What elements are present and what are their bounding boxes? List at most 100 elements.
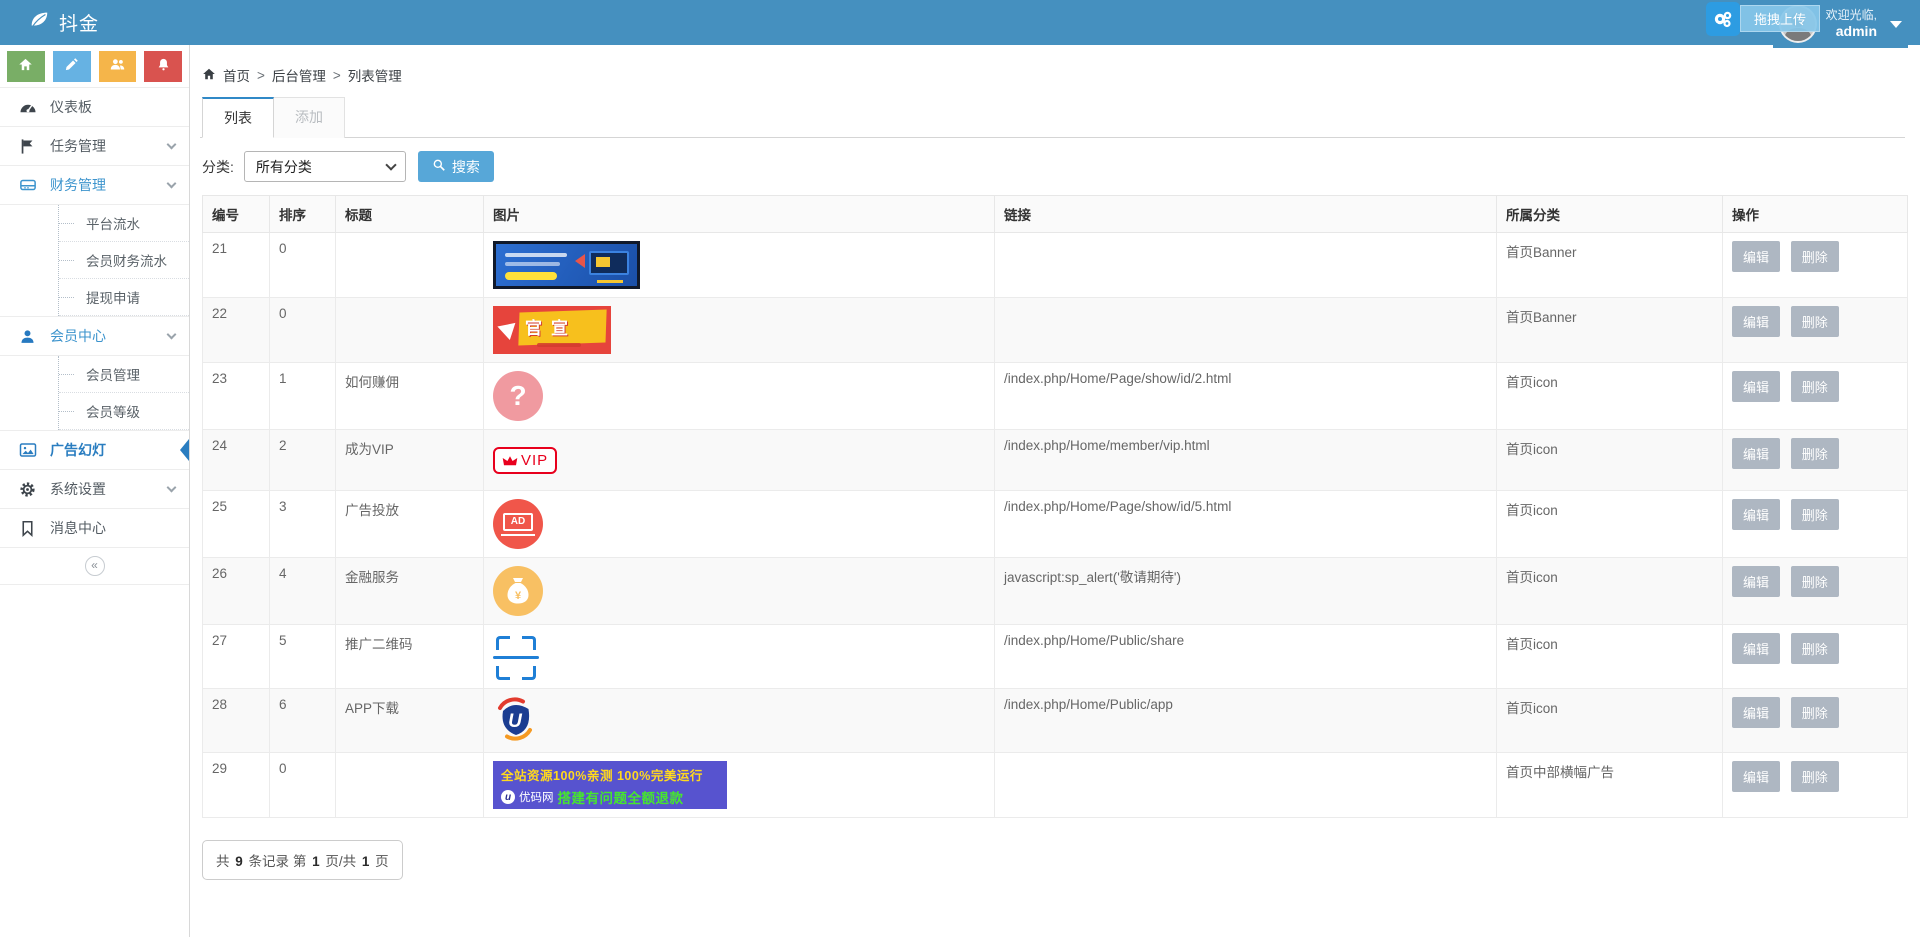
cell-category: 首页Banner <box>1497 233 1723 298</box>
delete-button[interactable]: 删除 <box>1791 499 1839 530</box>
caret-down-icon[interactable] <box>1890 21 1902 28</box>
chevron-down-icon <box>167 482 177 492</box>
table-row: 24 2 成为VIP VIP /index.php/Home/member/vi… <box>203 430 1908 491</box>
breadcrumb-admin[interactable]: 后台管理 <box>272 65 326 85</box>
table-row: 25 3 广告投放 AD /index.php/Home/Page/show/i… <box>203 491 1908 558</box>
delete-button[interactable]: 删除 <box>1791 306 1839 337</box>
tab-list[interactable]: 列表 <box>202 97 274 138</box>
cell-link: /index.php/Home/Public/app <box>995 689 1497 753</box>
category-select[interactable]: 所有分类 <box>244 151 406 182</box>
quick-buttons <box>0 45 189 87</box>
delete-button[interactable]: 删除 <box>1791 438 1839 469</box>
breadcrumb-list-management[interactable]: 列表管理 <box>348 65 402 85</box>
flag-icon <box>18 138 37 155</box>
cell-id: 25 <box>203 491 270 558</box>
cell-actions: 编辑 删除 <box>1723 625 1908 689</box>
sidebar-item-system-settings[interactable]: 系统设置 <box>0 469 189 508</box>
tab-add[interactable]: 添加 <box>274 97 345 138</box>
cell-title: 推广二维码 <box>336 625 484 689</box>
delete-button[interactable]: 删除 <box>1791 697 1839 728</box>
chevron-down-icon <box>167 139 177 149</box>
pagination-text: 共 <box>216 854 230 869</box>
edit-button[interactable]: 编辑 <box>1732 438 1780 469</box>
pagination-text: 第 <box>293 854 307 869</box>
cell-category: 首页icon <box>1497 689 1723 753</box>
brand[interactable]: 抖金 <box>28 0 99 45</box>
cloud-share-icon[interactable] <box>1706 2 1740 36</box>
cell-image: ¥ <box>484 558 995 625</box>
sidebar-collapse-button[interactable]: « <box>85 556 105 576</box>
u-logo-icon: U <box>493 697 985 744</box>
cell-link: /index.php/Home/Page/show/id/2.html <box>995 363 1497 430</box>
delete-button[interactable]: 删除 <box>1791 371 1839 402</box>
search-icon <box>432 158 446 175</box>
breadcrumb: 首页 > 后台管理 > 列表管理 <box>202 65 1905 85</box>
cell-category: 首页icon <box>1497 491 1723 558</box>
delete-button[interactable]: 删除 <box>1791 633 1839 664</box>
server-icon <box>18 177 37 193</box>
sidebar-item-tasks[interactable]: 任务管理 <box>0 126 189 165</box>
cell-image: 全站资源100%亲测 100%完美运行 u 优码网 搭建有问题全额退款 <box>484 753 995 818</box>
username-text: admin <box>1836 23 1877 41</box>
edit-button[interactable]: 编辑 <box>1732 371 1780 402</box>
top-navbar: 抖金 欢迎光临, admin 拖拽上传 <box>0 0 1920 45</box>
cell-sort: 5 <box>270 625 336 689</box>
edit-button[interactable]: 编辑 <box>1732 566 1780 597</box>
sidebar-item-finance[interactable]: 财务管理 <box>0 165 189 204</box>
cell-sort: 4 <box>270 558 336 625</box>
pagination-text: 条记录 <box>249 854 290 869</box>
leaf-logo-icon <box>28 9 50 36</box>
cell-link <box>995 753 1497 818</box>
drag-upload-widget[interactable]: 拖拽上传 <box>1706 2 1820 36</box>
quick-notifications-button[interactable] <box>144 51 182 82</box>
cell-sort: 2 <box>270 430 336 491</box>
cell-link: /index.php/Home/member/vip.html <box>995 430 1497 491</box>
sidebar-item-label: 会员中心 <box>50 326 155 346</box>
tab-bar: 列表 添加 <box>200 97 1905 138</box>
edit-button[interactable]: 编辑 <box>1732 306 1780 337</box>
member-submenu: 会员管理 会员等级 <box>0 355 189 430</box>
sidebar-item-message-center[interactable]: 消息中心 <box>0 508 189 547</box>
quick-home-button[interactable] <box>7 51 45 82</box>
cell-category: 首页icon <box>1497 363 1723 430</box>
cell-actions: 编辑 删除 <box>1723 689 1908 753</box>
quick-users-button[interactable] <box>99 51 137 82</box>
cell-sort: 0 <box>270 233 336 298</box>
scan-frame-icon <box>493 636 539 680</box>
cell-link: /index.php/Home/Public/share <box>995 625 1497 689</box>
sidebar-item-member-center[interactable]: 会员中心 <box>0 316 189 355</box>
edit-button[interactable]: 编辑 <box>1732 697 1780 728</box>
cell-image <box>484 625 995 689</box>
edit-button[interactable]: 编辑 <box>1732 633 1780 664</box>
edit-button[interactable]: 编辑 <box>1732 241 1780 272</box>
search-button[interactable]: 搜索 <box>418 151 494 182</box>
table-header-row: 编号 排序 标题 图片 链接 所属分类 操作 <box>203 196 1908 233</box>
search-button-label: 搜索 <box>452 157 480 177</box>
quick-edit-button[interactable] <box>53 51 91 82</box>
table-row: 29 0 全站资源100%亲测 100%完美运行 u 优码网 搭建有问题全额退款 <box>203 753 1908 818</box>
pencil-icon <box>64 57 79 77</box>
cell-category: 首页Banner <box>1497 298 1723 363</box>
cell-image: VIP <box>484 430 995 491</box>
edit-button[interactable]: 编辑 <box>1732 499 1780 530</box>
sidebar-item-ad-slides[interactable]: 广告幻灯 <box>0 430 189 469</box>
breadcrumb-home[interactable]: 首页 <box>223 65 250 85</box>
sidebar-item-dashboard[interactable]: 仪表板 <box>0 87 189 126</box>
delete-button[interactable]: 删除 <box>1791 566 1839 597</box>
main-content: 首页 > 后台管理 > 列表管理 列表 添加 分类: 所有分类 搜索 编号 排序… <box>190 45 1920 937</box>
cell-category: 首页中部横幅广告 <box>1497 753 1723 818</box>
home-icon <box>202 67 216 84</box>
cell-title: 广告投放 <box>336 491 484 558</box>
sidebar-collapse-row: « <box>0 548 189 585</box>
home-icon <box>18 57 33 77</box>
user-text: 欢迎光临, admin <box>1826 8 1877 41</box>
drag-upload-label[interactable]: 拖拽上传 <box>1740 5 1820 32</box>
cell-link: javascript:sp_alert('敬请期待') <box>995 558 1497 625</box>
delete-button[interactable]: 删除 <box>1791 241 1839 272</box>
filter-row: 分类: 所有分类 搜索 <box>202 151 1905 182</box>
edit-button[interactable]: 编辑 <box>1732 761 1780 792</box>
cell-category: 首页icon <box>1497 430 1723 491</box>
banner-image-guanxuan: 官宣 <box>493 306 611 354</box>
brand-title: 抖金 <box>59 9 99 36</box>
delete-button[interactable]: 删除 <box>1791 761 1839 792</box>
